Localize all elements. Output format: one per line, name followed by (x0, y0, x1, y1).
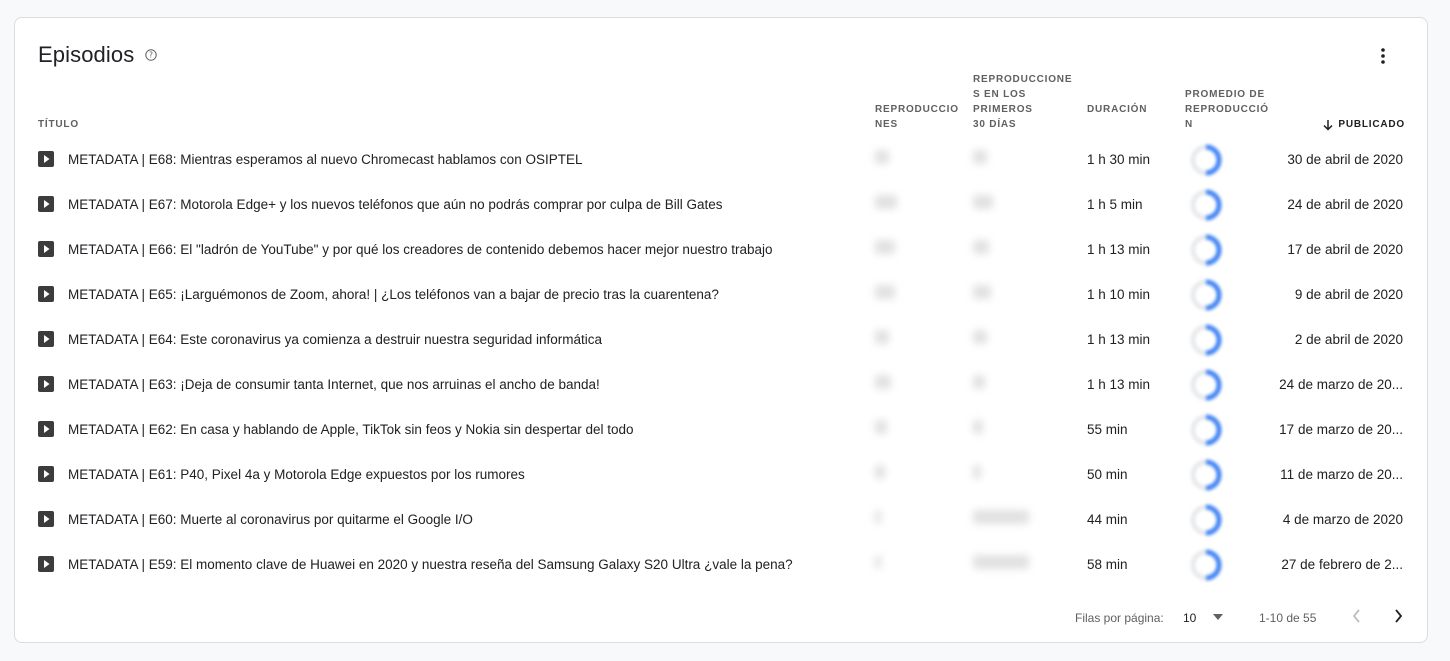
avg-playback-gauge (1190, 144, 1222, 176)
plays-value-blurred (875, 150, 889, 164)
episode-title[interactable]: METADATA | E68: Mientras esperamos al nu… (68, 152, 582, 167)
play-icon[interactable] (38, 556, 54, 572)
arrow-down-icon (1323, 119, 1333, 131)
chevron-left-icon[interactable] (1347, 606, 1367, 626)
duration-value: 1 h 5 min (1087, 197, 1143, 212)
page-title: Episodios (38, 42, 135, 67)
duration-value: 1 h 10 min (1087, 287, 1151, 302)
play-icon[interactable] (38, 241, 54, 257)
published-date: 27 de febrero de 2... (1281, 557, 1403, 572)
episode-title[interactable]: METADATA | E65: ¡Larguémonos de Zoom, ah… (68, 287, 719, 302)
table-row[interactable]: METADATA | E59: El momento clave de Huaw… (15, 543, 1427, 588)
play-icon[interactable] (38, 331, 54, 347)
plays-30-days-value-blurred (973, 465, 981, 479)
plays-30-days-value-blurred (973, 555, 1029, 569)
episodes-card: Episodios ? TÍTULO REPRODUCCIO NES REPROD… (14, 17, 1428, 643)
plays-30-days-value-blurred (973, 195, 993, 209)
duration-value: 58 min (1087, 557, 1128, 572)
table-row[interactable]: METADATA | E61: P40, Pixel 4a y Motorola… (15, 453, 1427, 498)
plays-30-days-value-blurred (973, 375, 985, 389)
header-duration[interactable]: DURACIÓN (1087, 68, 1177, 132)
published-date: 17 de abril de 2020 (1287, 242, 1403, 257)
rows-per-page-value[interactable]: 10 (1183, 611, 1196, 625)
play-icon[interactable] (38, 421, 54, 437)
table-row[interactable]: METADATA | E63: ¡Deja de consumir tanta … (15, 363, 1427, 408)
table-row[interactable]: METADATA | E67: Motorola Edge+ y los nue… (15, 183, 1427, 228)
plays-value-blurred (875, 465, 885, 479)
table-row[interactable]: METADATA | E64: Este coronavirus ya comi… (15, 318, 1427, 363)
avg-playback-gauge (1190, 369, 1222, 401)
avg-playback-gauge (1190, 234, 1222, 266)
rows-per-page-label: Filas por página: (1075, 611, 1164, 625)
caret-down-icon[interactable] (1213, 614, 1223, 620)
episode-title[interactable]: METADATA | E62: En casa y hablando de Ap… (68, 422, 634, 437)
episode-title[interactable]: METADATA | E61: P40, Pixel 4a y Motorola… (68, 467, 525, 482)
play-icon[interactable] (38, 196, 54, 212)
plays-30-days-value-blurred (973, 510, 1029, 524)
avg-playback-gauge (1190, 189, 1222, 221)
duration-value: 50 min (1087, 467, 1128, 482)
duration-value: 1 h 30 min (1087, 152, 1151, 167)
plays-value-blurred (875, 375, 891, 389)
published-date: 2 de abril de 2020 (1294, 332, 1403, 347)
plays-30-days-value-blurred (973, 330, 987, 344)
more-vert-icon[interactable] (1374, 46, 1392, 66)
published-date: 24 de abril de 2020 (1287, 197, 1403, 212)
published-date: 9 de abril de 2020 (1294, 287, 1403, 302)
plays-value-blurred (875, 330, 889, 344)
chevron-right-icon[interactable] (1388, 606, 1408, 626)
plays-value-blurred (875, 240, 895, 254)
header-published[interactable]: PUBLICADO (1295, 68, 1405, 132)
play-icon[interactable] (38, 151, 54, 167)
episode-title[interactable]: METADATA | E60: Muerte al coronavirus po… (68, 512, 473, 527)
duration-value: 1 h 13 min (1087, 242, 1151, 257)
table-row[interactable]: METADATA | E65: ¡Larguémonos de Zoom, ah… (15, 273, 1427, 318)
episode-title[interactable]: METADATA | E64: Este coronavirus ya comi… (68, 332, 602, 347)
plays-value-blurred (875, 510, 881, 524)
plays-value-blurred (875, 195, 897, 209)
header-plays[interactable]: REPRODUCCIO NES (875, 68, 965, 132)
episode-title[interactable]: METADATA | E66: El "ladrón de YouTube" y… (68, 242, 773, 257)
header-plays-30-days[interactable]: REPRODUCCIONE S EN LOS PRIMEROS 30 DÍAS (973, 68, 1073, 132)
header-avg-playback[interactable]: PROMEDIO DE REPRODUCCIÓ N (1185, 68, 1285, 132)
plays-30-days-value-blurred (973, 150, 987, 164)
svg-text:?: ? (149, 51, 153, 60)
episode-title[interactable]: METADATA | E67: Motorola Edge+ y los nue… (68, 197, 723, 212)
plays-30-days-value-blurred (973, 420, 983, 434)
table-row[interactable]: METADATA | E68: Mientras esperamos al nu… (15, 138, 1427, 183)
duration-value: 55 min (1087, 422, 1128, 437)
header-title[interactable]: TÍTULO (15, 68, 415, 132)
plays-30-days-value-blurred (973, 240, 989, 254)
published-date: 24 de marzo de 20... (1279, 377, 1403, 392)
avg-playback-gauge (1190, 324, 1222, 356)
avg-playback-gauge (1190, 459, 1222, 491)
episode-title[interactable]: METADATA | E63: ¡Deja de consumir tanta … (68, 377, 600, 392)
duration-value: 1 h 13 min (1087, 332, 1151, 347)
plays-30-days-value-blurred (973, 285, 991, 299)
published-date: 4 de marzo de 2020 (1282, 512, 1403, 527)
table-row[interactable]: METADATA | E62: En casa y hablando de Ap… (15, 408, 1427, 453)
play-icon[interactable] (38, 376, 54, 392)
play-icon[interactable] (38, 466, 54, 482)
play-icon[interactable] (38, 511, 54, 527)
published-date: 30 de abril de 2020 (1287, 152, 1403, 167)
pagination-range: 1-10 de 55 (1259, 611, 1317, 625)
table-row[interactable]: METADATA | E66: El "ladrón de YouTube" y… (15, 228, 1427, 273)
published-date: 11 de marzo de 20... (1280, 467, 1403, 482)
episode-title[interactable]: METADATA | E59: El momento clave de Huaw… (68, 557, 793, 572)
avg-playback-gauge (1190, 504, 1222, 536)
table-row[interactable]: METADATA | E60: Muerte al coronavirus po… (15, 498, 1427, 543)
plays-value-blurred (875, 285, 895, 299)
avg-playback-gauge (1190, 549, 1222, 581)
avg-playback-gauge (1190, 279, 1222, 311)
help-circle-icon[interactable]: ? (145, 49, 157, 61)
duration-value: 44 min (1087, 512, 1128, 527)
duration-value: 1 h 13 min (1087, 377, 1151, 392)
play-icon[interactable] (38, 286, 54, 302)
published-date: 17 de marzo de 20... (1279, 422, 1403, 437)
plays-value-blurred (875, 420, 887, 434)
avg-playback-gauge (1190, 414, 1222, 446)
plays-value-blurred (875, 555, 881, 569)
